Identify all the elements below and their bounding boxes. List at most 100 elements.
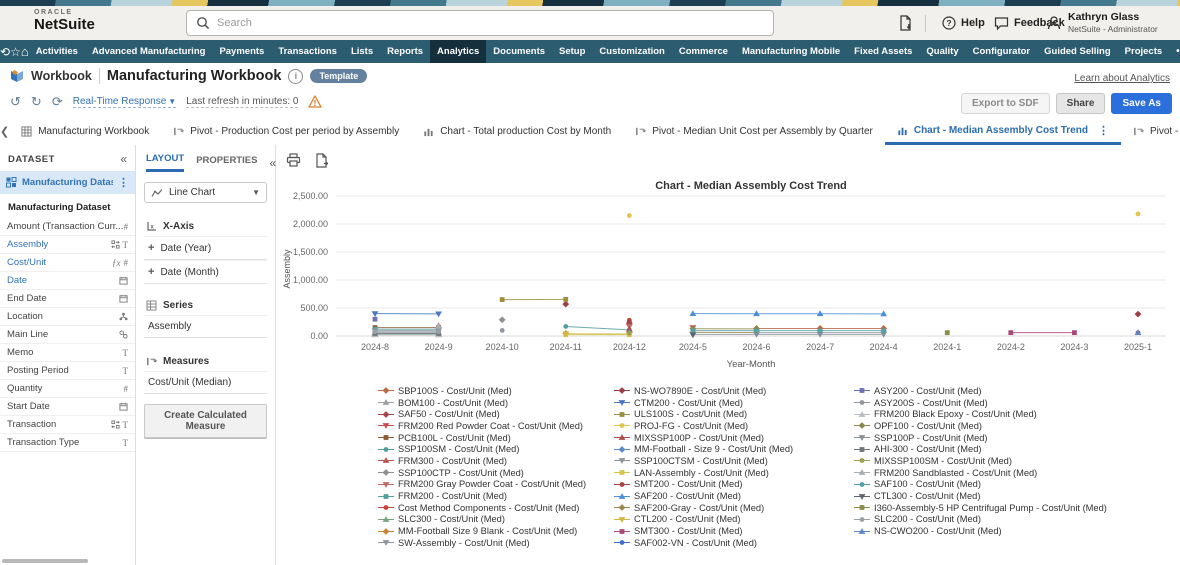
home-icon[interactable]: ⌂ <box>21 40 29 63</box>
legend-item[interactable]: SLC300 - Cost/Unit (Med) <box>378 514 614 526</box>
learn-about-analytics-link[interactable]: Learn about Analytics <box>1074 73 1170 84</box>
dataset-field-posting-period[interactable]: Posting PeriodT <box>0 362 135 380</box>
legend-item[interactable]: MM-Football - Size 9 - Cost/Unit (Med) <box>614 443 854 455</box>
legend-item[interactable]: PCB100L - Cost/Unit (Med) <box>378 432 614 444</box>
legend-item[interactable]: NS-WO7890E - Cost/Unit (Med) <box>614 385 854 397</box>
legend-item[interactable]: OPF100 - Cost/Unit (Med) <box>854 420 1107 432</box>
legend-item[interactable]: SW-Assembly - Cost/Unit (Med) <box>378 537 614 549</box>
redo-icon[interactable]: ↻ <box>31 95 42 108</box>
dataset-field-end-date[interactable]: End Date <box>0 290 135 308</box>
last-refresh-label[interactable]: Last refresh in minutes: 0 <box>186 96 298 108</box>
tab-menu-icon[interactable]: ⋮ <box>1098 124 1109 137</box>
chart-type-select[interactable]: Line Chart ▼ <box>144 182 267 203</box>
series-item-assembly[interactable]: Assembly <box>144 315 267 338</box>
nav-item-reports[interactable]: Reports <box>380 40 430 63</box>
nav-item-transactions[interactable]: Transactions <box>271 40 344 63</box>
legend-item[interactable]: SAF200 - Cost/Unit (Med) <box>614 490 854 502</box>
expand-icon[interactable]: + <box>148 242 154 254</box>
legend-item[interactable]: SAF50 - Cost/Unit (Med) <box>378 408 614 420</box>
expand-icon[interactable]: + <box>148 266 154 278</box>
recent-records-icon[interactable]: ⟲ <box>0 40 10 63</box>
tab-chart-median-assembly-cost-trend[interactable]: Chart - Median Assembly Cost Trend⋮ <box>885 118 1121 145</box>
legend-item[interactable]: SBP100S - Cost/Unit (Med) <box>378 385 614 397</box>
nav-item-configurator[interactable]: Configurator <box>966 40 1038 63</box>
tab-manufacturing-workbook[interactable]: Manufacturing Workbook <box>9 118 161 145</box>
oracle-netsuite-logo[interactable]: ORACLE NetSuite <box>34 9 95 32</box>
dataset-field-cost-unit[interactable]: Cost/Unitƒx# <box>0 254 135 272</box>
legend-item[interactable]: CTL200 - Cost/Unit (Med) <box>614 514 854 526</box>
new-document-icon[interactable] <box>898 6 913 40</box>
legend-item[interactable]: MM-Football Size 9 Blank - Cost/Unit (Me… <box>378 525 614 537</box>
legend-item[interactable]: FRM200 - Cost/Unit (Med) <box>378 490 614 502</box>
legend-item[interactable]: FRM200 Black Epoxy - Cost/Unit (Med) <box>854 408 1107 420</box>
dataset-field-amount-transaction-curr-[interactable]: Amount (Transaction Curr...# <box>0 218 135 236</box>
user-menu[interactable]: Kathryn Glass NetSuite - Administrator <box>1046 11 1158 35</box>
shortcuts-star-icon[interactable]: ☆ <box>10 40 21 63</box>
create-calculated-measure-button[interactable]: Create Calculated Measure <box>144 404 267 438</box>
xaxis-item-date-year-[interactable]: +Date (Year) <box>144 236 267 260</box>
measure-item-cost-unit-median[interactable]: Cost/Unit (Median) <box>144 371 267 394</box>
legend-item[interactable]: I360-Assembly-5 HP Centrifugal Pump - Co… <box>854 502 1107 514</box>
share-button[interactable]: Share <box>1056 93 1106 114</box>
legend-item[interactable]: SSP100CTSM - Cost/Unit (Med) <box>614 455 854 467</box>
legend-item[interactable]: ASY200 - Cost/Unit (Med) <box>854 385 1107 397</box>
legend-item[interactable]: SMT300 - Cost/Unit (Med) <box>614 525 854 537</box>
legend-item[interactable]: SAF200-Gray - Cost/Unit (Med) <box>614 502 854 514</box>
nav-item-manufacturing-mobile[interactable]: Manufacturing Mobile <box>735 40 847 63</box>
nav-item-quality[interactable]: Quality <box>919 40 965 63</box>
nav-item-setup[interactable]: Setup <box>552 40 592 63</box>
nav-item-documents[interactable]: Documents <box>486 40 552 63</box>
dataset-field-main-line[interactable]: Main Line <box>0 326 135 344</box>
help-menu[interactable]: ? Help <box>942 6 985 40</box>
nav-item-payments[interactable]: Payments <box>212 40 271 63</box>
legend-item[interactable]: ULS100S - Cost/Unit (Med) <box>614 408 854 420</box>
tab-pivot-production-cost-per-period-by-asse[interactable]: Pivot - Production Cost per period by As… <box>161 118 411 145</box>
tab-chart-total-production-cost-by-month[interactable]: Chart - Total production Cost by Month <box>411 118 623 145</box>
dataset-field-location[interactable]: Location <box>0 308 135 326</box>
legend-item[interactable]: PROJ-FG - Cost/Unit (Med) <box>614 420 854 432</box>
legend-item[interactable]: MIXSSP100P - Cost/Unit (Med) <box>614 432 854 444</box>
legend-item[interactable]: AHI-300 - Cost/Unit (Med) <box>854 443 1107 455</box>
nav-item-commerce[interactable]: Commerce <box>672 40 735 63</box>
dataset-field-memo[interactable]: MemoT <box>0 344 135 362</box>
legend-item[interactable]: SSP100P - Cost/Unit (Med) <box>854 432 1107 444</box>
nav-item-customization[interactable]: Customization <box>592 40 671 63</box>
nav-item-advanced-manufacturing[interactable]: Advanced Manufacturing <box>85 40 213 63</box>
export-to-sdf-button[interactable]: Export to SDF <box>961 93 1050 114</box>
refresh-icon[interactable]: ⟳ <box>52 95 63 108</box>
legend-item[interactable]: LAN-Assembly - Cost/Unit (Med) <box>614 467 854 479</box>
collapse-panel-icon[interactable]: « <box>120 153 127 165</box>
nav-item-lists[interactable]: Lists <box>344 40 380 63</box>
legend-item[interactable]: NS-CWO200 - Cost/Unit (Med) <box>854 525 1107 537</box>
tab-layout[interactable]: LAYOUT <box>146 153 184 172</box>
legend-item[interactable]: CTL300 - Cost/Unit (Med) <box>854 490 1107 502</box>
dataset-menu-icon[interactable]: ⋮ <box>118 176 129 189</box>
data-mode-dropdown[interactable]: Real-Time Response▼ <box>73 96 176 108</box>
warning-icon[interactable] <box>308 95 322 108</box>
dataset-field-date[interactable]: Date <box>0 272 135 290</box>
tab-pivot-produced-quantity-per-assembly-i[interactable]: Pivot - Produced Quantity per Assembly I <box>1121 118 1180 145</box>
save-as-button[interactable]: Save As <box>1111 93 1172 114</box>
dataset-field-transaction-type[interactable]: Transaction TypeT <box>0 434 135 452</box>
legend-item[interactable]: FRM200 Sandblasted - Cost/Unit (Med) <box>854 467 1107 479</box>
legend-item[interactable]: SLC200 - Cost/Unit (Med) <box>854 514 1107 526</box>
dataset-field-transaction[interactable]: TransactionT <box>0 416 135 434</box>
legend-item[interactable]: SSP100SM - Cost/Unit (Med) <box>378 443 614 455</box>
dataset-field-assembly[interactable]: AssemblyT <box>0 236 135 254</box>
legend-item[interactable]: SMT200 - Cost/Unit (Med) <box>614 479 854 491</box>
legend-item[interactable]: Cost Method Components - Cost/Unit (Med) <box>378 502 614 514</box>
tab-pivot-median-unit-cost-per-assembly-by-q[interactable]: Pivot - Median Unit Cost per Assembly by… <box>623 118 885 145</box>
legend-item[interactable]: FRM200 Red Powder Coat - Cost/Unit (Med) <box>378 420 614 432</box>
dataset-selected-row[interactable]: Manufacturing Dataset ⋮ <box>0 171 135 194</box>
horizontal-scrollbar[interactable] <box>2 559 88 563</box>
legend-item[interactable]: CTM200 - Cost/Unit (Med) <box>614 397 854 409</box>
nav-item-activities[interactable]: Activities <box>29 40 85 63</box>
dataset-field-start-date[interactable]: Start Date <box>0 398 135 416</box>
nav-overflow-icon[interactable]: ••• <box>1169 40 1180 63</box>
legend-item[interactable]: BOM100 - Cost/Unit (Med) <box>378 397 614 409</box>
dataset-field-quantity[interactable]: Quantity# <box>0 380 135 398</box>
undo-icon[interactable]: ↺ <box>10 95 21 108</box>
legend-item[interactable]: ASY200S - Cost/Unit (Med) <box>854 397 1107 409</box>
nav-item-guided-selling[interactable]: Guided Selling <box>1037 40 1118 63</box>
nav-item-projects[interactable]: Projects <box>1118 40 1170 63</box>
